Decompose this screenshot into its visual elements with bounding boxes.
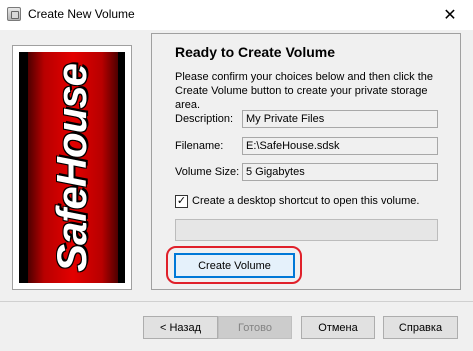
create-volume-button[interactable]: Create Volume: [174, 253, 295, 278]
shortcut-checkbox-label[interactable]: Create a desktop shortcut to open this v…: [192, 195, 419, 207]
app-icon: [7, 7, 21, 21]
progress-bar: [175, 219, 438, 241]
instructions-line-1: Please confirm your choices below and th…: [175, 71, 434, 83]
back-button[interactable]: < Назад: [143, 316, 218, 339]
description-field: My Private Files: [242, 110, 438, 128]
close-icon: ✕: [443, 7, 457, 24]
help-button[interactable]: Справка: [383, 316, 458, 339]
filename-field: E:\SafeHouse.sdsk: [242, 137, 438, 155]
description-label: Description:: [175, 113, 234, 125]
shortcut-checkbox[interactable]: ✓: [175, 195, 188, 208]
done-button: Готово: [218, 316, 292, 339]
cancel-button[interactable]: Отмена: [301, 316, 375, 339]
close-button[interactable]: ✕: [427, 0, 473, 30]
safehouse-logo: SafeHouse: [19, 52, 125, 283]
volume-size-field: 5 Gigabytes: [242, 163, 438, 181]
logo-text: SafeHouse: [48, 63, 95, 273]
volume-size-label: Volume Size:: [175, 166, 240, 178]
filename-label: Filename:: [175, 140, 224, 152]
page-heading: Ready to Create Volume: [175, 44, 336, 60]
window-title: Create New Volume: [28, 7, 135, 21]
logo-panel: SafeHouse: [12, 45, 132, 290]
instructions-text: Please confirm your choices below and th…: [175, 70, 455, 112]
footer-separator: [0, 301, 473, 302]
title-bar: Create New Volume ✕: [0, 0, 473, 30]
instructions-line-2: Create Volume button to create your priv…: [175, 85, 428, 111]
